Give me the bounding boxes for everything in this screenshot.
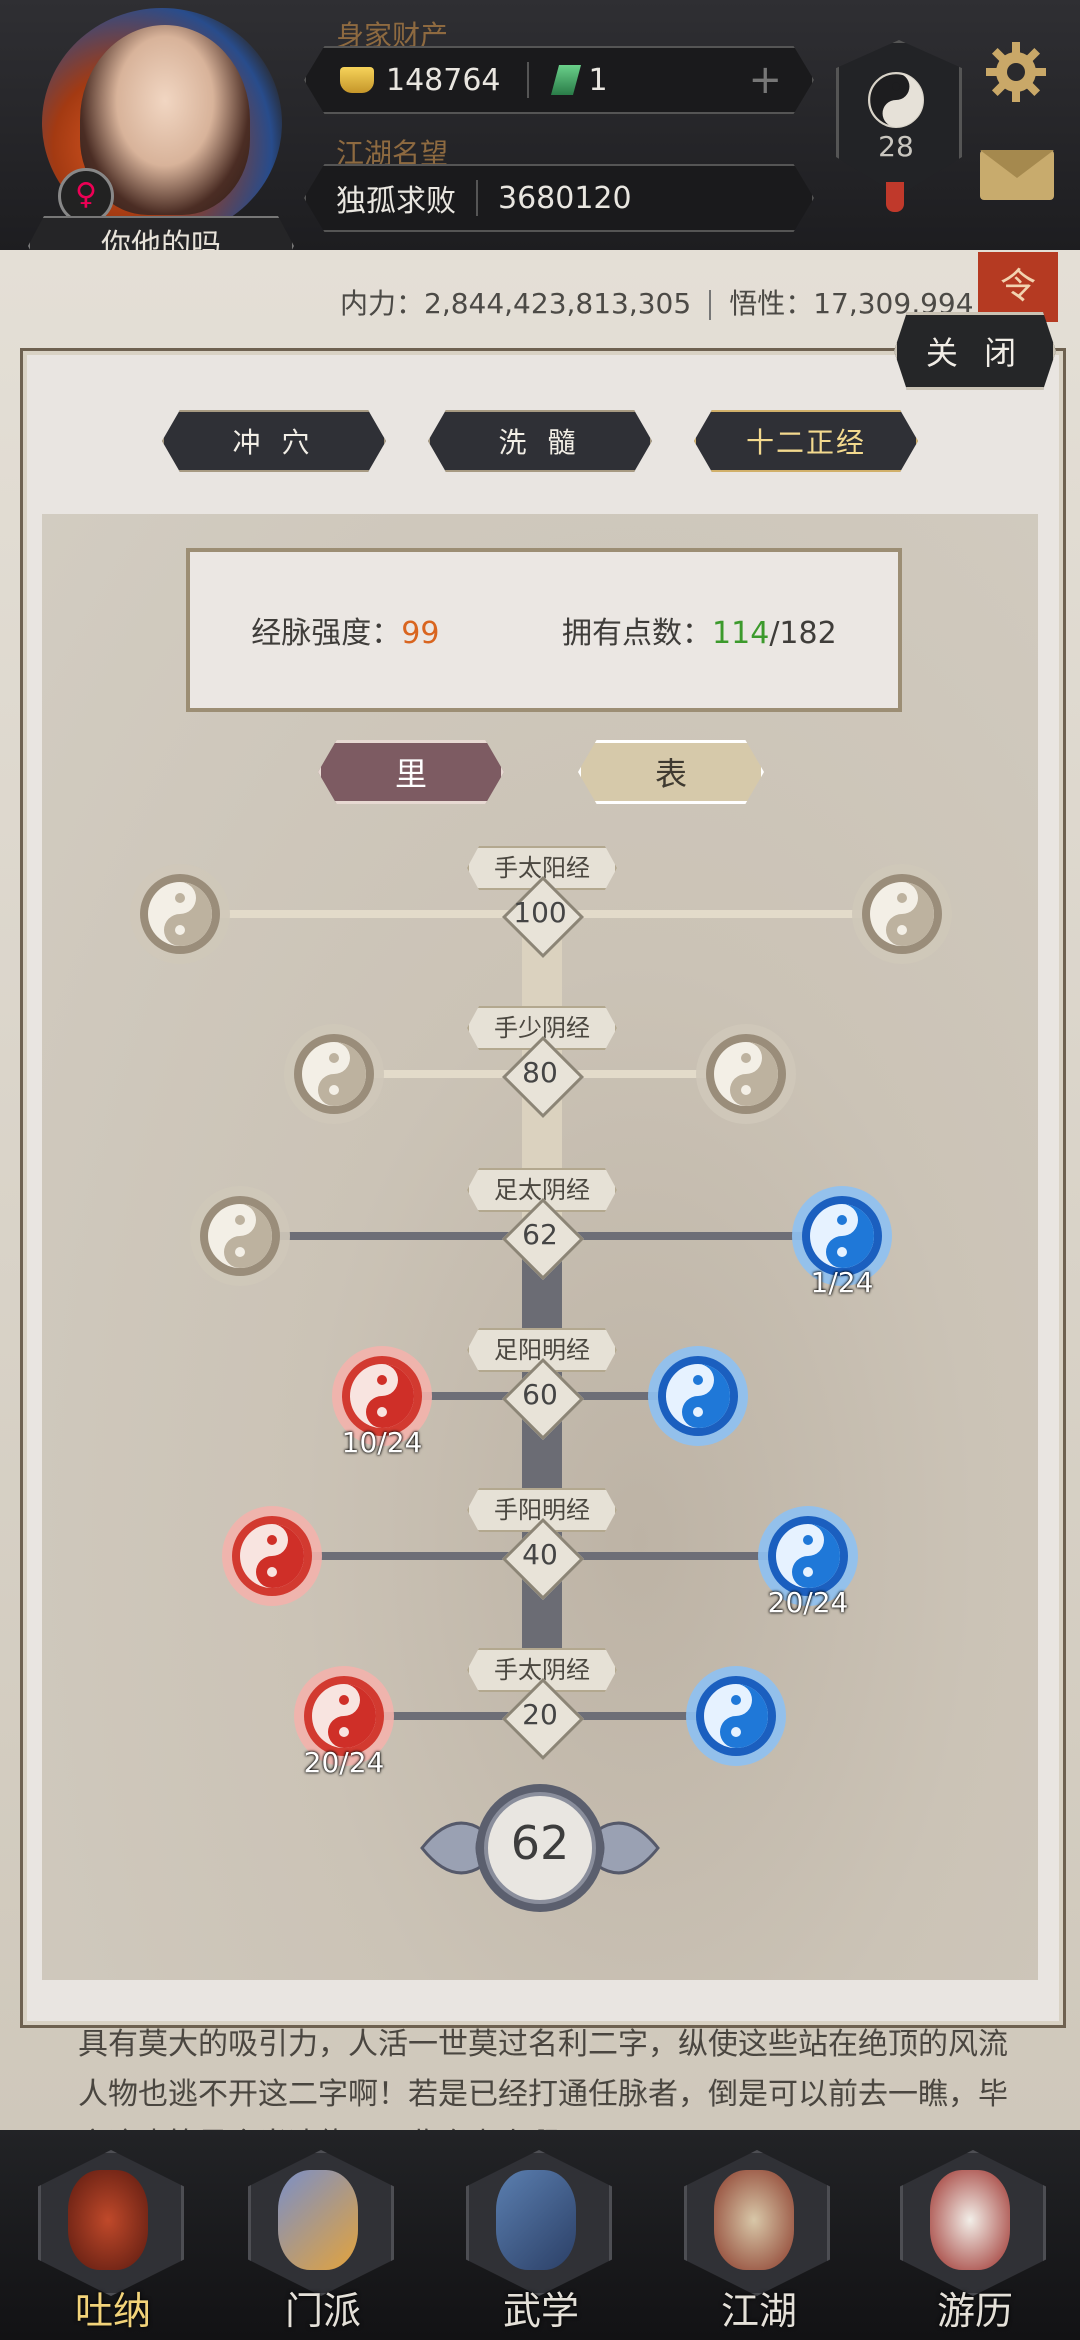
yin-yang-icon — [686, 1666, 786, 1766]
nav-sect[interactable]: 门派 — [248, 2150, 398, 2333]
reputation-bar: 独孤求败 3680120 — [304, 164, 814, 232]
acupoint-node-left[interactable] — [282, 1022, 386, 1126]
nav-label: 门派 — [284, 2289, 361, 2333]
acupoint-progress: 10/24 — [341, 1426, 423, 1459]
nav-label: 江湖 — [720, 2289, 797, 2333]
points-label: 拥有点数： — [562, 616, 713, 651]
acupoint-node-right[interactable] — [684, 1664, 788, 1768]
jade-icon — [550, 65, 581, 95]
tab-chongxue[interactable]: 冲 穴 — [162, 410, 386, 472]
yin-yang-icon — [648, 1346, 748, 1446]
scroll-book-icon — [496, 2170, 576, 2270]
nav-label: 吐纳 — [74, 2289, 151, 2333]
nav-travel[interactable]: 游历 — [900, 2150, 1050, 2333]
ling-token-button[interactable]: 令 — [978, 252, 1058, 322]
acupoint-progress: 1/24 — [810, 1266, 874, 1299]
acupoint-node-right[interactable] — [646, 1344, 750, 1448]
stats-row: 内力：2,844,423,813,305 悟性：17,309,994 — [340, 282, 974, 322]
meridian-level: 100 — [513, 896, 567, 929]
strength-value: 99 — [401, 616, 440, 651]
acupoint-progress: 20/24 — [767, 1586, 849, 1619]
gold-ingot-icon — [340, 67, 374, 93]
meridian-info-card: 经脉强度：99 拥有点数：114/182 — [186, 548, 902, 712]
jade-amount: 1 — [588, 62, 608, 98]
points-total: /182 — [769, 616, 837, 651]
settings-gear-icon[interactable] — [984, 40, 1048, 104]
acupoint-node-left[interactable] — [220, 1504, 324, 1608]
reputation-value: 3680120 — [498, 180, 632, 216]
yin-yang-icon — [284, 1024, 384, 1124]
strength-stat: 经脉强度：99 — [251, 608, 439, 652]
nav-jianghu[interactable]: 江湖 — [684, 2150, 834, 2333]
nav-label: 游历 — [936, 2289, 1013, 2333]
total-level-value: 62 — [510, 1816, 570, 1870]
tassel-decoration — [886, 182, 904, 212]
toggle-inner[interactable]: 里 — [318, 740, 504, 804]
yin-yang-icon — [130, 864, 230, 964]
close-button[interactable]: 关 闭 — [894, 312, 1056, 390]
meridian-level: 20 — [522, 1698, 558, 1731]
acupoint-node-right[interactable] — [850, 862, 954, 966]
horse-icon — [930, 2170, 1010, 2270]
reputation-title: 独孤求败 — [336, 184, 456, 219]
meditation-icon — [68, 2170, 148, 2270]
yin-yang-icon — [190, 1186, 290, 1286]
add-currency-button[interactable]: + — [748, 57, 782, 103]
wealth-bar: 148764 1 + — [304, 46, 814, 114]
badge-level: 28 — [878, 130, 914, 163]
tab-twelve-meridians[interactable]: 十二正经 — [694, 410, 918, 472]
meridian-level: 80 — [522, 1056, 558, 1089]
tab-xisui[interactable]: 洗 髓 — [428, 410, 652, 472]
toggle-outer[interactable]: 表 — [578, 740, 764, 804]
nav-label: 武学 — [502, 2289, 579, 2333]
acupoint-progress: 20/24 — [303, 1746, 385, 1779]
nav-martial-arts[interactable]: 武学 — [466, 2150, 616, 2333]
nav-tuna[interactable]: 吐纳 — [38, 2150, 188, 2333]
meridian-level: 40 — [522, 1538, 558, 1571]
acupoint-node-right[interactable] — [694, 1022, 798, 1126]
straw-hat-icon — [714, 2170, 794, 2270]
sect-flags-icon — [278, 2170, 358, 2270]
mail-icon[interactable] — [980, 150, 1054, 200]
gold-amount: 148764 — [386, 62, 501, 98]
meridian-level: 60 — [522, 1378, 558, 1411]
yin-yang-icon — [222, 1506, 322, 1606]
yin-yang-icon — [696, 1024, 796, 1124]
acupoint-node-left[interactable] — [128, 862, 232, 966]
yin-yang-icon — [852, 864, 952, 964]
strength-label: 经脉强度： — [251, 616, 402, 651]
points-owned: 114 — [712, 616, 770, 651]
divider — [526, 62, 529, 98]
neili-stat: 内力：2,844,423,813,305 — [340, 287, 692, 320]
divider — [476, 180, 478, 216]
meridian-level: 62 — [522, 1218, 558, 1251]
gender-icon: ♀ — [58, 168, 114, 224]
points-stat: 拥有点数：114/182 — [562, 608, 837, 652]
yin-yang-icon — [868, 72, 924, 128]
divider — [709, 290, 712, 320]
acupoint-node-left[interactable] — [188, 1184, 292, 1288]
